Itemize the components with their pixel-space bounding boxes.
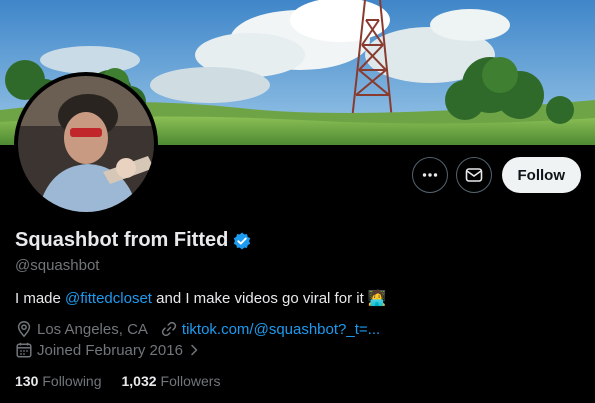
joined-item[interactable]: Joined February 2016	[15, 341, 205, 359]
profile-stats: 130 Following 1,032 Followers	[15, 373, 220, 389]
profile-bio: I made @fittedcloset and I make videos g…	[15, 289, 387, 307]
follow-button[interactable]: Follow	[501, 157, 581, 193]
bio-emoji: 🧑‍💻	[367, 290, 387, 307]
more-button[interactable]	[411, 157, 448, 193]
followers-count: 1,032	[121, 373, 157, 389]
calendar-icon	[16, 342, 32, 358]
link-icon	[161, 321, 177, 337]
website-link[interactable]: tiktok.com/@squashbot?_t=...	[182, 321, 380, 338]
envelope-icon	[465, 168, 482, 182]
followers-label: Followers	[160, 373, 221, 389]
profile-avatar[interactable]	[14, 72, 158, 216]
following-stat[interactable]: 130 Following	[15, 373, 102, 389]
display-name-row: Squashbot from Fitted	[15, 229, 252, 252]
chevron-right-icon	[191, 344, 198, 356]
profile-meta-row-2: Joined February 2016	[15, 341, 217, 359]
following-label: Following	[42, 373, 102, 389]
bio-text-prefix: I made	[15, 290, 66, 307]
more-horizontal-icon	[422, 173, 437, 177]
location-pin-icon	[17, 321, 31, 338]
profile-actions: Follow	[411, 157, 581, 193]
profile-meta-row-1: Los Angeles, CA tiktok.com/@squashbot?_t…	[15, 320, 392, 338]
website-item[interactable]: tiktok.com/@squashbot?_t=...	[160, 320, 380, 338]
message-button[interactable]	[455, 157, 492, 193]
verified-badge-icon[interactable]	[232, 231, 252, 251]
location-text: Los Angeles, CA	[37, 320, 148, 338]
user-handle: @squashbot	[15, 257, 100, 274]
location-item: Los Angeles, CA	[15, 320, 148, 338]
bio-mention-link[interactable]: @fittedcloset	[65, 290, 152, 307]
avatar-image	[18, 76, 154, 212]
joined-text: Joined February 2016	[37, 341, 183, 359]
followers-stat[interactable]: 1,032 Followers	[122, 373, 221, 389]
following-count: 130	[15, 373, 39, 389]
display-name: Squashbot from Fitted	[15, 229, 229, 251]
bio-text-suffix: and I make videos go viral for it	[151, 290, 364, 307]
